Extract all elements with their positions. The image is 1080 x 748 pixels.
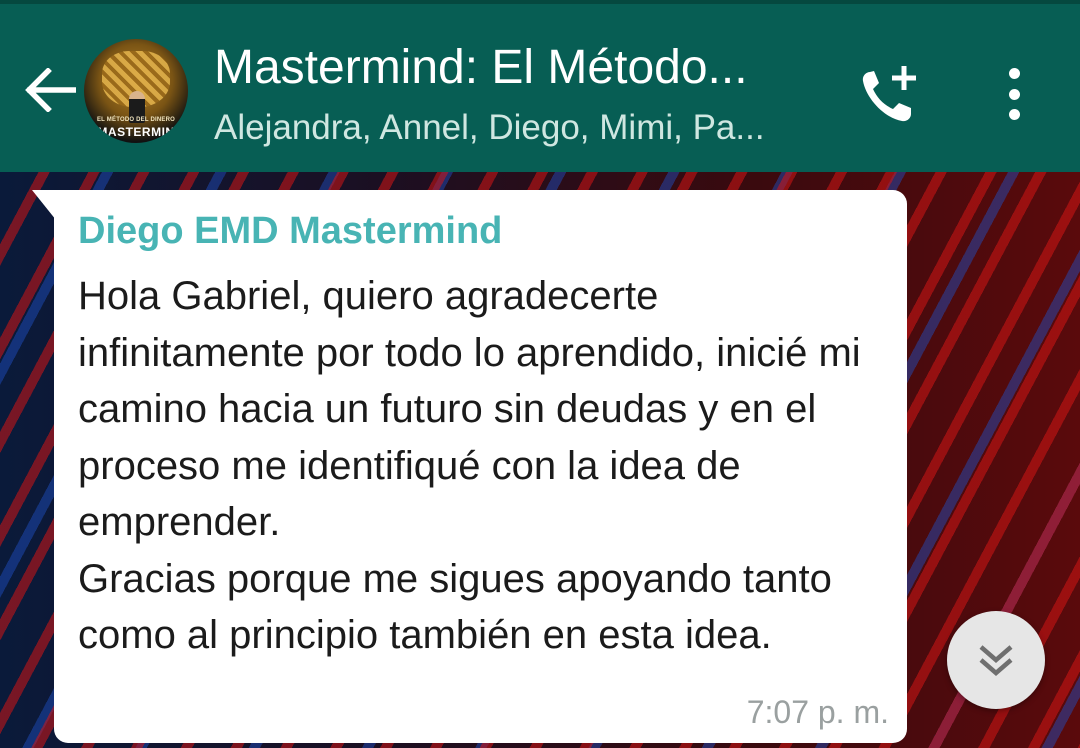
more-options-button[interactable]: [996, 64, 1032, 124]
add-call-icon: [862, 66, 916, 122]
message-bubble[interactable]: Diego EMD Mastermind Hola Gabriel, quier…: [54, 190, 907, 743]
chat-title[interactable]: Mastermind: El Método...: [214, 40, 814, 95]
chat-participants[interactable]: Alejandra, Annel, Diego, Mimi, Pa...: [214, 108, 824, 148]
back-button[interactable]: [22, 62, 78, 118]
double-chevron-down-icon: [979, 645, 1013, 676]
bubble-tail: [32, 190, 56, 220]
group-avatar[interactable]: EL MÉTODO DEL DINERO MASTERMIN: [84, 39, 188, 143]
avatar-brand: MASTERMIN: [97, 125, 175, 139]
message-timestamp: 7:07 p. m.: [746, 694, 889, 730]
chat-header: EL MÉTODO DEL DINERO MASTERMIN Mastermin…: [0, 0, 1080, 172]
more-vert-icon: [1008, 68, 1020, 79]
scroll-to-bottom-button[interactable]: [947, 611, 1045, 709]
avatar-tagline: EL MÉTODO DEL DINERO: [96, 117, 175, 123]
message-text: Hola Gabriel, quiero agradecerte infinit…: [78, 274, 861, 657]
add-call-button[interactable]: [856, 62, 922, 128]
message-sender[interactable]: Diego EMD Mastermind: [78, 208, 883, 254]
arrow-left-icon: [25, 68, 76, 112]
